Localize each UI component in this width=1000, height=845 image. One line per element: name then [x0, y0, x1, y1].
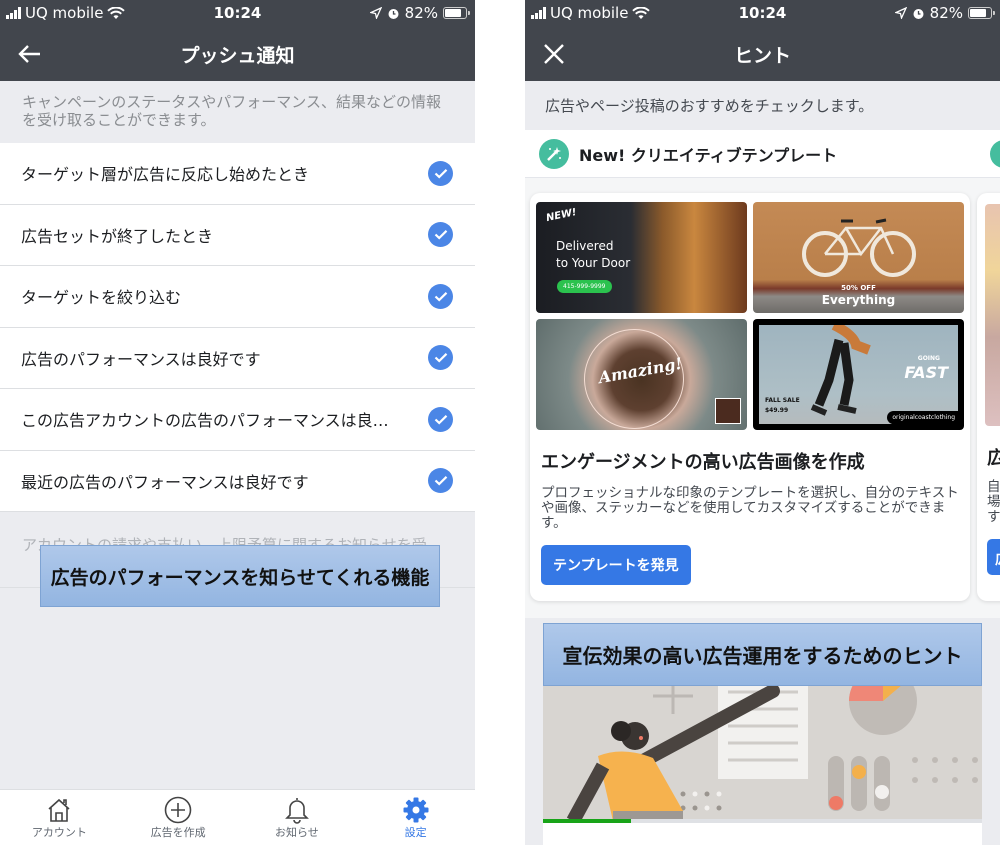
next-card-peek[interactable]: 広 自 場 す 広 [977, 193, 1000, 601]
list-item[interactable]: ターゲット層が広告に反応し始めたとき [0, 143, 475, 205]
thumb-small: GOING [917, 355, 940, 362]
bell-icon [284, 798, 309, 824]
checkbox-checked[interactable] [428, 468, 453, 494]
section-title: New! クリエイティブテンプレート [579, 145, 838, 165]
gear-icon [403, 797, 429, 823]
check-icon [434, 414, 447, 425]
checkbox-checked[interactable] [428, 222, 453, 248]
item-label: 最近の広告のパフォーマンスは良好です [21, 472, 309, 492]
location-arrow-icon [894, 7, 907, 19]
caption-overlay: 広告のパフォーマンスを知らせてくれる機能 [40, 545, 440, 607]
battery-icon [968, 7, 995, 19]
tab-label: アカウント [31, 826, 87, 839]
tab-bar: アカウント 広告を作成 お知らせ 設定 [0, 789, 475, 845]
checkbox-checked[interactable] [428, 160, 453, 186]
location-arrow-icon [369, 7, 382, 19]
status-bar: UQ mobile 10:24 82% [0, 0, 475, 26]
battery-icon [443, 7, 470, 19]
list-item[interactable]: 広告のパフォーマンスは良好です [0, 328, 475, 389]
list-item[interactable]: 広告セットが終了したとき [0, 205, 475, 266]
thumbnail-skate[interactable]: GOING FAST FALL SALE $49.99 originalcoas… [753, 319, 964, 430]
magic-wand-icon [539, 138, 569, 169]
thumb-big: Everything [821, 293, 896, 307]
thumbnail-burger[interactable]: NEW! Delivered to Your Door 415-999-9999 [536, 202, 747, 313]
tab-notifications[interactable]: お知らせ [238, 790, 357, 845]
check-icon [434, 291, 447, 302]
caption-overlay: 宣伝効果の高い広告運用をするためのヒント [543, 623, 982, 686]
card-title: エンゲージメントの高い広告画像を作成 [541, 452, 865, 473]
discover-templates-button[interactable]: テンプレートを発見 [541, 545, 691, 585]
card-body: プロフェッショナルな印象のテンプレートを選択し、自分のテキストや画像、ステッカー… [541, 485, 959, 531]
peek-body-line: 自 [987, 479, 1000, 495]
sale-text: FALL SALE [765, 397, 800, 404]
tab-label: 設定 [404, 826, 427, 839]
legs-illustration [810, 325, 871, 416]
checkbox-checked[interactable] [428, 283, 453, 309]
item-label: この広告アカウントの広告のパフォーマンスは良… [21, 411, 389, 431]
push-notification-screen: UQ mobile 10:24 82% プッシュ通知 キャンペーンのステータスや… [0, 0, 475, 845]
section-header: New! クリエイティブテンプレート [525, 130, 1000, 178]
description: キャンペーンのステータスやパフォーマンス、結果などの情報を受け取ることができます… [22, 93, 441, 129]
checkbox-checked[interactable] [428, 345, 453, 371]
tab-account[interactable]: アカウント [0, 790, 119, 845]
page-title: ヒント [733, 45, 791, 67]
thumbnail-bicycle[interactable]: 50% OFF Everything [753, 202, 964, 313]
list-item[interactable]: この広告アカウントの広告のパフォーマンスは良… [0, 389, 475, 451]
item-label: 広告のパフォーマンスは良好です [21, 349, 261, 369]
tab-label: 広告を作成 [150, 826, 206, 839]
item-label: 広告セットが終了したとき [21, 226, 214, 246]
tab-create-ad[interactable]: 広告を作成 [119, 790, 238, 845]
thumb-big: FAST [904, 363, 948, 382]
peek-thumbnail [985, 204, 1000, 426]
home-icon [48, 798, 70, 822]
check-icon [434, 353, 447, 363]
item-label: ターゲットを絞り込む [21, 288, 182, 308]
tab-settings[interactable]: 設定 [356, 790, 475, 845]
brand-logo [715, 398, 741, 424]
item-label: ターゲット層が広告に反応し始めたとき [21, 165, 310, 185]
alarm-icon [913, 8, 924, 19]
presenter-illustration [543, 686, 982, 824]
badge-text: NEW! [545, 206, 578, 225]
hint-illustration [543, 686, 982, 824]
check-icon [434, 230, 447, 240]
plus-circle-icon [164, 796, 192, 824]
nav-bar: プッシュ通知 [0, 26, 475, 81]
peek-body-line: す [987, 509, 1000, 525]
thumb-line1: Delivered [556, 239, 614, 253]
battery-percent: 82% [929, 4, 963, 22]
checkbox-checked[interactable] [428, 406, 453, 432]
page-title: プッシュ通知 [180, 45, 295, 67]
template-card: NEW! Delivered to Your Door 415-999-9999… [530, 193, 970, 601]
battery-percent: 82% [404, 4, 438, 22]
list-item[interactable]: ターゲットを絞り込む [0, 266, 475, 328]
notification-list: ターゲット層が広告に反応し始めたとき 広告セットが終了したとき ターゲットを絞り… [0, 143, 475, 512]
check-icon [434, 168, 447, 179]
thumb-line2: to Your Door [556, 256, 631, 270]
alarm-icon [388, 8, 399, 19]
tab-label: お知らせ [274, 826, 319, 839]
list-item[interactable]: 最近の広告のパフォーマンスは良好です [0, 451, 475, 512]
hint-card-body [543, 823, 982, 845]
phone-pill: 415-999-9999 [557, 280, 612, 293]
peek-title: 広 [987, 448, 1000, 469]
cards-carousel[interactable]: NEW! Delivered to Your Door 415-999-9999… [525, 178, 1000, 618]
price-text: $49.99 [765, 407, 789, 414]
bicycle-icon [802, 218, 916, 277]
peek-body-line: 場 [987, 494, 1000, 510]
nav-bar: ヒント [525, 26, 1000, 81]
thumb-small: 50% OFF [841, 284, 876, 292]
hints-screen: UQ mobile 10:24 82% ヒント 広告やページ投稿のおすすめをチェ… [525, 0, 1000, 845]
description: 広告やページ投稿のおすすめをチェックします。 [525, 81, 1000, 130]
status-bar: UQ mobile 10:24 82% [525, 0, 1000, 26]
thumbnail-coffee[interactable]: Amazing! [536, 319, 747, 430]
peek-button[interactable]: 広 [987, 539, 1000, 575]
handle-text: originalcoastclothing [887, 411, 960, 424]
next-section-icon [990, 140, 1000, 168]
check-icon [434, 476, 447, 486]
